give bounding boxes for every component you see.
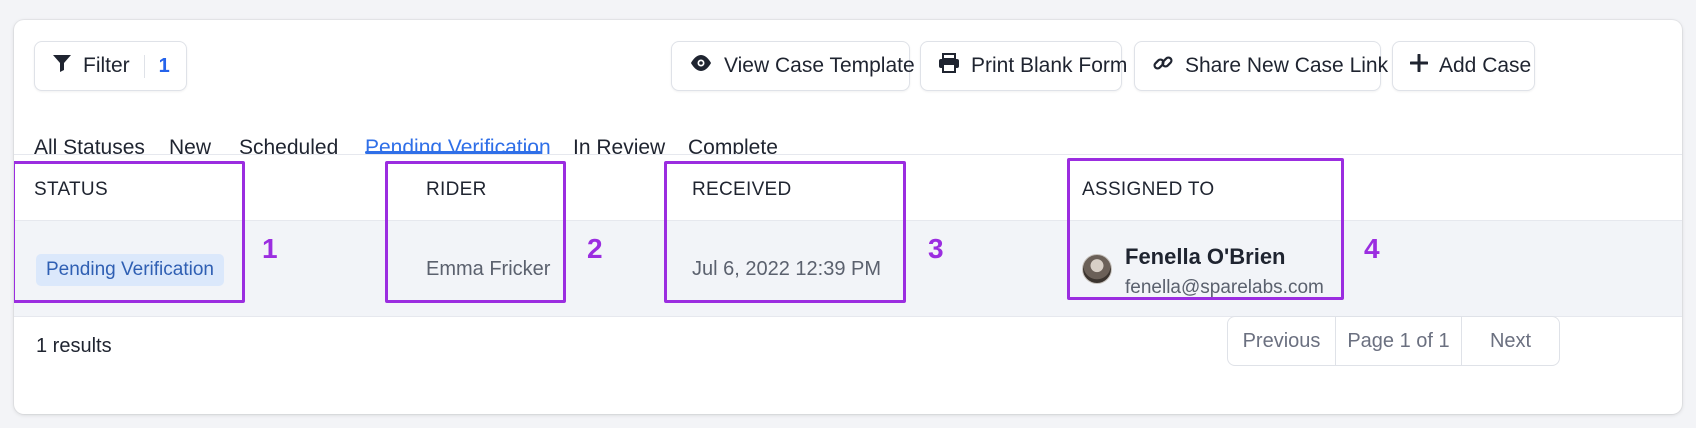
add-case-label: Add Case bbox=[1439, 54, 1532, 77]
print-blank-form-label: Print Blank Form bbox=[971, 54, 1128, 77]
annotation-marker-4: 4 bbox=[1364, 233, 1380, 264]
next-button[interactable]: Next bbox=[1461, 317, 1559, 365]
link-icon bbox=[1152, 52, 1174, 80]
filter-count-badge: 1 bbox=[143, 54, 170, 78]
view-case-template-button[interactable]: View Case Template bbox=[671, 41, 915, 91]
annotation-marker-3: 3 bbox=[928, 233, 944, 264]
annotation-marker-1: 1 bbox=[262, 233, 278, 264]
printer-icon bbox=[938, 53, 960, 79]
highlight-box-rider bbox=[385, 161, 566, 303]
print-blank-form-button[interactable]: Print Blank Form bbox=[920, 41, 1127, 91]
filter-button[interactable]: Filter 1 bbox=[34, 41, 187, 91]
plus-icon bbox=[1409, 53, 1429, 78]
annotation-marker-2: 2 bbox=[587, 233, 603, 264]
page-indicator: Page 1 of 1 bbox=[1335, 317, 1461, 365]
eye-icon bbox=[689, 54, 713, 78]
highlight-box-received bbox=[664, 161, 906, 303]
results-count: 1 results bbox=[36, 335, 112, 357]
share-new-case-link-button[interactable]: Share New Case Link bbox=[1134, 41, 1388, 91]
highlight-box-assigned-to bbox=[1067, 158, 1344, 300]
add-case-button[interactable]: Add Case bbox=[1392, 41, 1535, 91]
share-new-case-link-label: Share New Case Link bbox=[1185, 54, 1389, 77]
screen-background: Filter 1 View Case Template Print Blank … bbox=[0, 0, 1696, 428]
previous-button[interactable]: Previous bbox=[1228, 317, 1335, 365]
cases-panel: Filter 1 View Case Template Print Blank … bbox=[14, 20, 1682, 414]
pagination: Previous Page 1 of 1 Next bbox=[1227, 316, 1560, 366]
filter-icon bbox=[52, 53, 72, 79]
highlight-box-status bbox=[14, 161, 245, 303]
view-case-template-label: View Case Template bbox=[724, 54, 915, 77]
filter-label: Filter bbox=[83, 54, 130, 77]
